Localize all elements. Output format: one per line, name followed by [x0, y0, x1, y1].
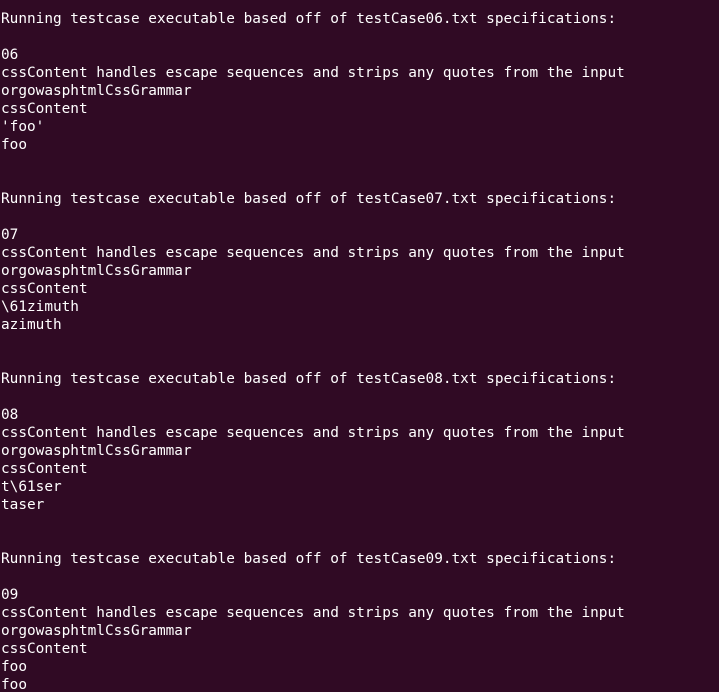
- terminal-window[interactable]: Running testcase executable based off of…: [0, 0, 719, 692]
- terminal-line: azimuth: [1, 317, 62, 333]
- terminal-line: cssContent handles escape sequences and …: [1, 65, 625, 81]
- terminal-line: cssContent: [1, 641, 88, 657]
- terminal-line: 06: [1, 47, 19, 63]
- terminal-line: foo: [1, 137, 27, 153]
- terminal-line: cssContent: [1, 101, 88, 117]
- terminal-line: orgowasphtmlCssGrammar: [1, 263, 192, 279]
- terminal-output: Running testcase executable based off of…: [1, 10, 625, 692]
- terminal-line: \61zimuth: [1, 299, 79, 315]
- terminal-line: cssContent: [1, 281, 88, 297]
- terminal-line: cssContent: [1, 461, 88, 477]
- terminal-line: 07: [1, 227, 19, 243]
- terminal-line: orgowasphtmlCssGrammar: [1, 83, 192, 99]
- terminal-line: 'foo': [1, 119, 45, 135]
- terminal-line: Running testcase executable based off of…: [1, 11, 617, 27]
- terminal-line: Running testcase executable based off of…: [1, 371, 617, 387]
- terminal-line: t\61ser: [1, 479, 62, 495]
- terminal-line: Running testcase executable based off of…: [1, 551, 617, 567]
- terminal-line: cssContent handles escape sequences and …: [1, 425, 625, 441]
- terminal-line: foo: [1, 677, 27, 692]
- terminal-line: Running testcase executable based off of…: [1, 191, 617, 207]
- terminal-line: cssContent handles escape sequences and …: [1, 605, 625, 621]
- terminal-line: taser: [1, 497, 45, 513]
- terminal-line: foo: [1, 659, 27, 675]
- terminal-line: orgowasphtmlCssGrammar: [1, 443, 192, 459]
- terminal-line: 08: [1, 407, 19, 423]
- terminal-line: 09: [1, 587, 19, 603]
- terminal-line: cssContent handles escape sequences and …: [1, 245, 625, 261]
- terminal-line: orgowasphtmlCssGrammar: [1, 623, 192, 639]
